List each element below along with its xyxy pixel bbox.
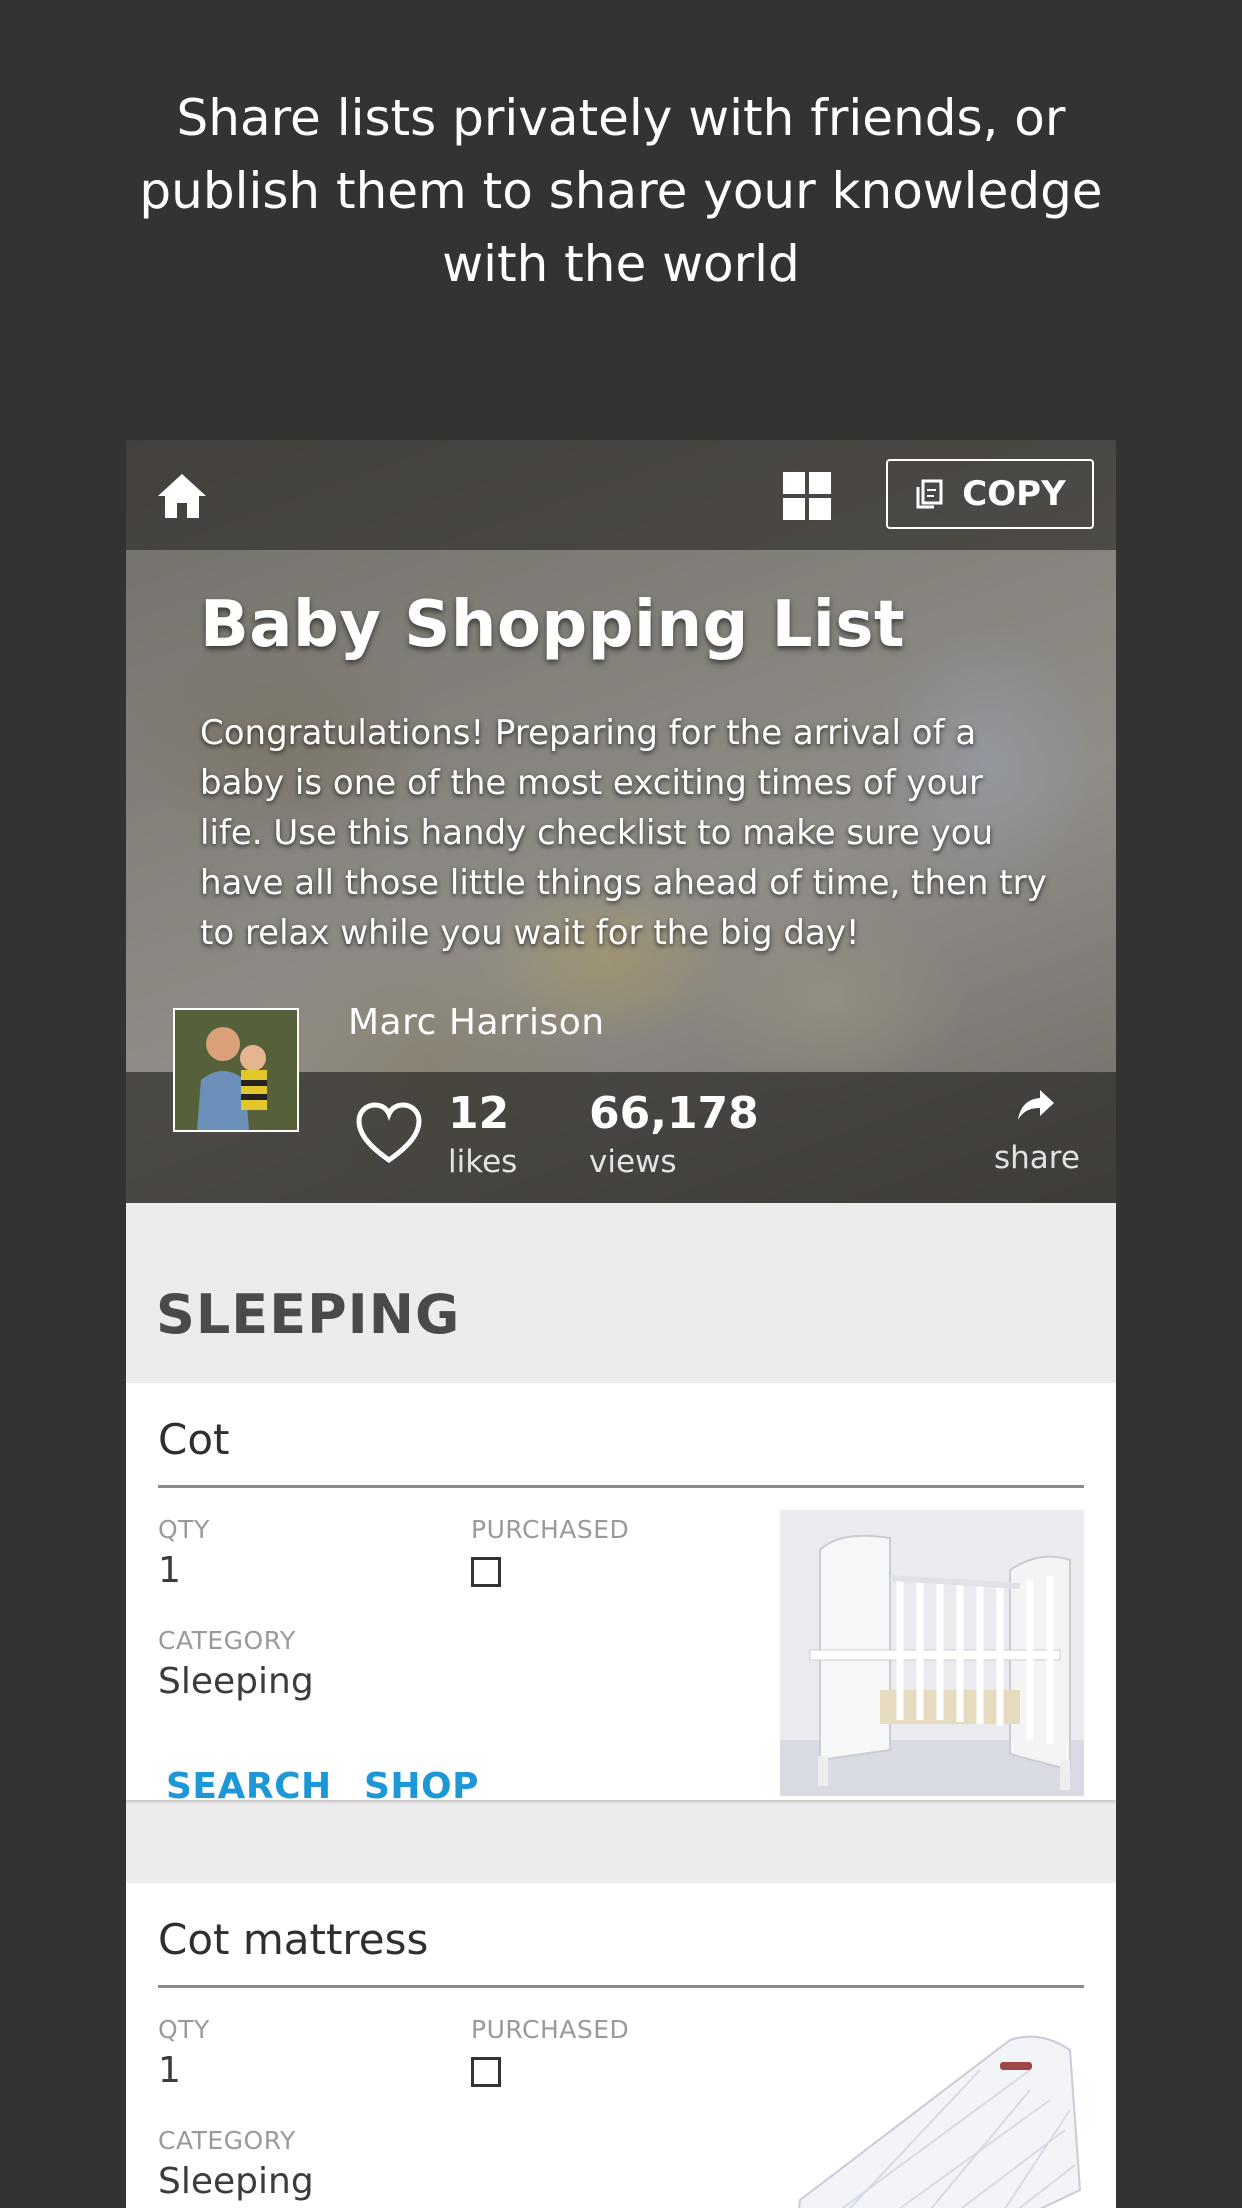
avatar-photo	[175, 1010, 297, 1130]
copy-button[interactable]: COPY	[886, 459, 1094, 529]
category-value: Sleeping	[158, 1661, 314, 1702]
divider	[158, 1485, 1084, 1488]
divider	[158, 1985, 1084, 1988]
grid-view-icon[interactable]	[781, 470, 833, 522]
promo-line: Share lists privately with friends, or	[176, 89, 1066, 147]
category-label: CATEGORY	[158, 1626, 296, 1655]
list-title: Baby Shopping List	[200, 588, 906, 662]
avatar[interactable]	[173, 1008, 299, 1132]
qty-label: QTY	[158, 1515, 210, 1544]
list-item-card: Cot QTY 1 PURCHASED CATEGORY Sleeping SE…	[126, 1383, 1116, 1807]
list-description: Congratulations! Preparing for the arriv…	[200, 713, 1047, 953]
purchased-label: PURCHASED	[471, 2015, 630, 2044]
home-icon[interactable]	[154, 470, 210, 522]
share-label[interactable]: share	[994, 1140, 1080, 1176]
purchased-label: PURCHASED	[471, 1515, 630, 1544]
copy-button-label: COPY	[962, 474, 1066, 514]
item-name[interactable]: Cot mattress	[158, 1915, 428, 1964]
purchased-checkbox[interactable]	[471, 1557, 501, 1587]
shop-link[interactable]: SHOP	[364, 1766, 479, 1807]
app-screen: COPY Baby Shopping List Congratulations!…	[126, 440, 1116, 2208]
likes-count: 12	[448, 1088, 510, 1139]
promo-line: publish them to share your knowledge	[139, 162, 1103, 220]
promo-line: with the world	[442, 235, 800, 293]
category-value: Sleeping	[158, 2161, 314, 2202]
item-name[interactable]: Cot	[158, 1415, 230, 1464]
cot-image[interactable]	[780, 1510, 1084, 1796]
top-toolbar: COPY	[126, 440, 1116, 550]
category-label: CATEGORY	[158, 2126, 296, 2155]
copy-icon	[916, 479, 943, 509]
purchased-checkbox[interactable]	[471, 2057, 501, 2087]
author-name[interactable]: Marc Harrison	[348, 1002, 605, 1043]
qty-value[interactable]: 1	[158, 2050, 181, 2091]
views-label: views	[589, 1144, 677, 1180]
heart-icon[interactable]	[354, 1100, 424, 1166]
qty-value[interactable]: 1	[158, 1550, 181, 1591]
likes-label: likes	[448, 1144, 518, 1180]
search-link[interactable]: SEARCH	[166, 1766, 332, 1807]
section-title: SLEEPING	[156, 1283, 461, 1346]
mattress-image[interactable]	[780, 2010, 1084, 2208]
qty-label: QTY	[158, 2015, 210, 2044]
promo-caption: Share lists privately with friends, or p…	[100, 82, 1142, 301]
views-count: 66,178	[589, 1088, 759, 1139]
share-icon[interactable]	[1016, 1088, 1056, 1124]
list-header-hero: COPY Baby Shopping List Congratulations!…	[126, 440, 1116, 1203]
list-item-card: Cot mattress QTY 1 PURCHASED CATEGORY Sl…	[126, 1883, 1116, 2208]
